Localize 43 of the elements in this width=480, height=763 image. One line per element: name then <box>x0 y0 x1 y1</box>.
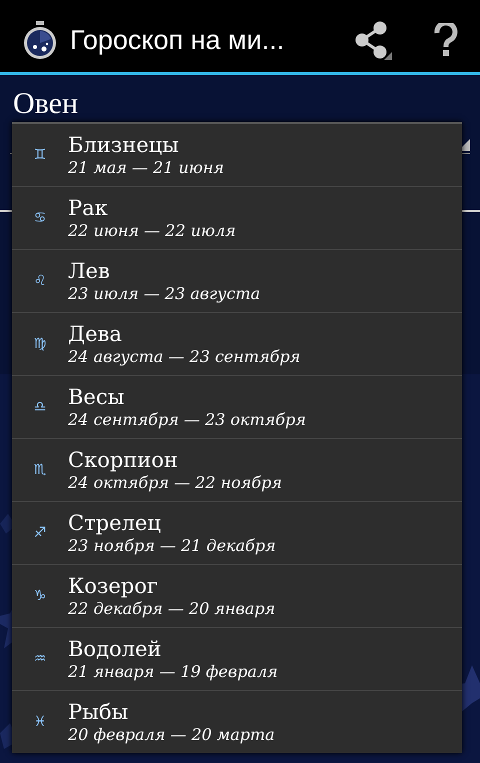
zodiac-icon: ♒ <box>12 651 68 667</box>
zodiac-icon: ♍ <box>12 336 68 352</box>
zodiac-icon: ♊ <box>12 147 68 163</box>
sign-dates: 24 августа — 23 сентября <box>68 346 300 366</box>
sign-option[interactable]: ♍ Дева 24 августа — 23 сентября <box>12 313 462 376</box>
sign-name: Дева <box>68 322 123 346</box>
sign-dates: 23 ноября — 21 декабря <box>68 536 276 556</box>
zodiac-icon: ♏ <box>12 462 68 478</box>
help-icon[interactable] <box>434 23 458 57</box>
sign-name: Рыбы <box>68 700 130 724</box>
sign-name: Стрелец <box>68 510 162 536</box>
sign-dates: 22 декабря — 20 января <box>68 598 276 618</box>
sign-option[interactable]: ♓ Рыбы 20 февраля — 20 марта <box>12 691 462 753</box>
sign-option[interactable]: ♏ Скорпион 24 октября — 22 ноября <box>12 439 462 502</box>
sign-option[interactable]: ♐ Стрелец 23 ноября — 21 декабря <box>12 502 462 565</box>
sign-option[interactable]: ♑ Козерог 22 декабря — 20 января <box>12 565 462 628</box>
zodiac-icon: ♑ <box>12 588 68 604</box>
zodiac-icon: ♎ <box>12 399 68 415</box>
sign-name: Весы <box>68 384 126 410</box>
sign-option[interactable]: ♎ Весы 24 сентября — 23 октября <box>12 376 462 439</box>
sign-name: Козерог <box>68 574 159 598</box>
sign-dates: 22 июня — 22 июля <box>68 220 236 240</box>
sign-dates: 21 января — 19 февраля <box>68 662 278 682</box>
sign-dates: 23 июля — 23 августа <box>68 284 260 304</box>
sign-option[interactable]: ♒ Водолей 21 января — 19 февраля <box>12 628 462 691</box>
sign-name: Лев <box>68 258 111 284</box>
sign-option[interactable]: ♋ Рак 22 июня — 22 июля <box>12 187 462 250</box>
sign-option[interactable]: ♌ Лев 23 июля — 23 августа <box>12 250 462 313</box>
sign-option[interactable]: ♊ Близнецы 21 мая — 21 июня <box>12 124 462 187</box>
stopwatch-icon <box>22 20 58 60</box>
sign-name: Близнецы <box>68 132 180 158</box>
zodiac-icon: ♋ <box>12 210 68 226</box>
zodiac-icon: ♌ <box>12 273 68 289</box>
sign-dates: 21 мая — 21 июня <box>68 158 224 178</box>
zodiac-icon: ♐ <box>12 525 68 541</box>
sign-name: Водолей <box>68 636 162 662</box>
app-title: Гороскоп на ми... <box>70 24 286 56</box>
sign-dates: 24 сентября — 23 октября <box>68 410 306 430</box>
sign-name: Скорпион <box>68 448 179 472</box>
zodiac-icon: ♓ <box>12 714 68 730</box>
sign-dates: 24 октября — 22 ноября <box>68 472 282 492</box>
sign-dates: 20 февраля — 20 марта <box>68 724 275 744</box>
sign-name: Рак <box>68 196 109 220</box>
